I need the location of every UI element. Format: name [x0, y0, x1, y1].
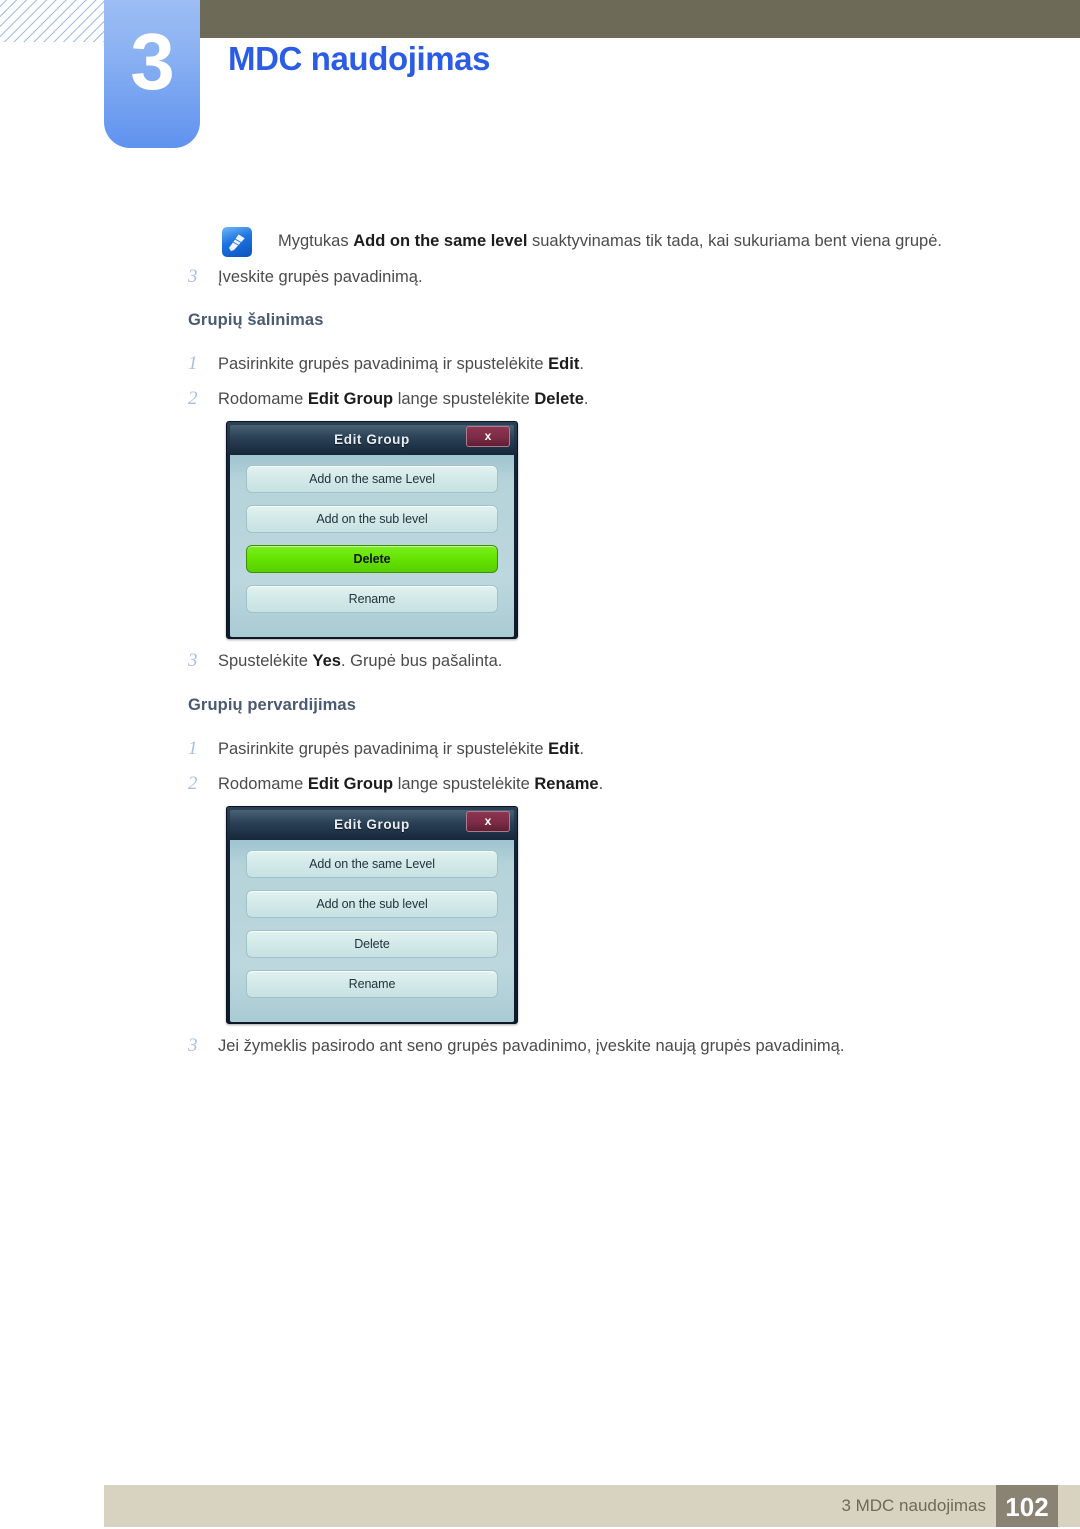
step-number: 2	[188, 773, 198, 794]
note-text-prefix: Mygtukas	[278, 232, 354, 250]
step-text-bold: Edit Group	[307, 775, 394, 793]
step-text: Rodomame Edit Group lange spustelėkite R…	[218, 773, 603, 795]
step-rename-3: 3 Jei žymeklis pasirodo ant seno grupės …	[188, 1035, 844, 1057]
step-text-pre: Pasirinkite grupės pavadinimą ir spustel…	[218, 740, 549, 758]
step-text-bold: Edit	[548, 740, 580, 758]
step-text-mid: lange spustelėkite	[393, 390, 535, 408]
step-delete-2: 2 Rodomame Edit Group lange spustelėkite…	[188, 388, 589, 410]
step-number: 3	[188, 266, 198, 287]
note-text-bold: Add on the same level	[353, 232, 528, 250]
step-text-post: . Grupė bus pašalinta.	[340, 652, 503, 670]
page-number: 102	[996, 1485, 1058, 1527]
close-icon[interactable]: x	[466, 811, 510, 832]
add-on-same-level-button[interactable]: Add on the same Level	[246, 850, 498, 878]
dialog-titlebar: Edit Group x	[230, 425, 514, 455]
step-text-bold: Yes	[312, 652, 341, 670]
note-text-suffix: suaktyvinamas tik tada, kai sukuriama be…	[527, 232, 942, 250]
step-text-pre: Spustelėkite	[218, 652, 313, 670]
delete-button[interactable]: Delete	[246, 930, 498, 958]
step-text: Pasirinkite grupės pavadinimą ir spustel…	[218, 738, 584, 760]
step-text: Rodomame Edit Group lange spustelėkite D…	[218, 388, 589, 410]
edit-group-dialog-rename: Edit Group x Add on the same Level Add o…	[226, 806, 518, 1024]
page-content: Mygtukas Add on the same level suaktyvin…	[0, 0, 1080, 1527]
dialog-titlebar: Edit Group x	[230, 810, 514, 840]
add-on-sub-level-button[interactable]: Add on the sub level	[246, 505, 498, 533]
delete-button[interactable]: Delete	[246, 545, 498, 573]
step-number: 1	[188, 353, 198, 374]
step-text-post: .	[579, 740, 584, 758]
note-callout: Mygtukas Add on the same level suaktyvin…	[222, 226, 982, 257]
dialog-body: Add on the same Level Add on the sub lev…	[230, 840, 514, 1022]
step-enter-group-name: 3 Įveskite grupės pavadinimą.	[188, 266, 423, 288]
step-text-pre: Pasirinkite grupės pavadinimą ir spustel…	[218, 355, 549, 373]
step-text-pre: Jei žymeklis pasirodo ant seno grupės pa…	[218, 1037, 845, 1055]
step-text-post: .	[579, 355, 584, 373]
step-text: Jei žymeklis pasirodo ant seno grupės pa…	[218, 1035, 844, 1057]
step-delete-3: 3 Spustelėkite Yes. Grupė bus pašalinta.	[188, 650, 502, 672]
step-text-pre: Rodomame	[218, 390, 308, 408]
edit-group-dialog-delete: Edit Group x Add on the same Level Add o…	[226, 421, 518, 639]
step-text-post: .	[583, 390, 589, 408]
step-text-pre: Rodomame	[218, 775, 308, 793]
step-text-bold: Edit Group	[307, 390, 394, 408]
step-delete-1: 1 Pasirinkite grupės pavadinimą ir spust…	[188, 353, 584, 375]
footer-chapter-label: 3 MDC naudojimas	[841, 1496, 986, 1515]
step-number: 3	[188, 1035, 198, 1056]
add-on-sub-level-button[interactable]: Add on the sub level	[246, 890, 498, 918]
step-text-bold2: Rename	[534, 775, 599, 793]
step-text-post: .	[598, 775, 604, 793]
step-text: Pasirinkite grupės pavadinimą ir spustel…	[218, 353, 584, 375]
rename-button[interactable]: Rename	[246, 970, 498, 998]
section-heading-rename: Grupių pervardijimas	[188, 696, 356, 714]
rename-button[interactable]: Rename	[246, 585, 498, 613]
step-text: Spustelėkite Yes. Grupė bus pašalinta.	[218, 650, 502, 672]
close-icon[interactable]: x	[466, 426, 510, 447]
step-rename-1: 1 Pasirinkite grupės pavadinimą ir spust…	[188, 738, 584, 760]
section-heading-delete: Grupių šalinimas	[188, 311, 324, 329]
note-pen-icon	[222, 227, 252, 257]
step-text-bold2: Delete	[534, 390, 584, 408]
step-rename-2: 2 Rodomame Edit Group lange spustelėkite…	[188, 773, 603, 795]
step-text: Įveskite grupės pavadinimą.	[218, 268, 423, 286]
dialog-body: Add on the same Level Add on the sub lev…	[230, 455, 514, 637]
step-number: 1	[188, 738, 198, 759]
step-text-mid: lange spustelėkite	[393, 775, 535, 793]
step-number: 2	[188, 388, 198, 409]
note-text: Mygtukas Add on the same level suaktyvin…	[278, 226, 942, 252]
step-number: 3	[188, 650, 198, 671]
add-on-same-level-button[interactable]: Add on the same Level	[246, 465, 498, 493]
step-text-bold: Edit	[548, 355, 580, 373]
